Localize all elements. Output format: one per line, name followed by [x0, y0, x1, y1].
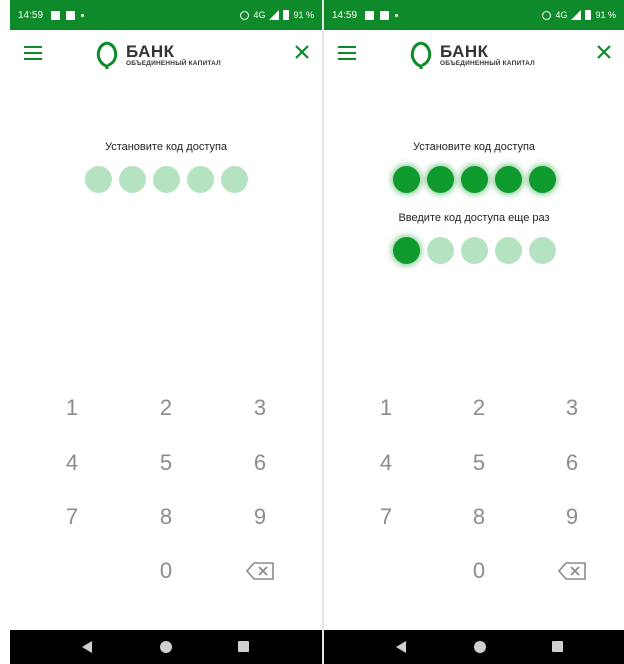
backspace-button[interactable]	[542, 551, 602, 591]
key-6[interactable]: 6	[542, 443, 602, 483]
key-1[interactable]: 1	[356, 388, 416, 428]
phone-screen-confirm-code: 14:59 4G 91 % БАНК ОБЪЕДИНЕННЫЙ КАПИТАЛ	[324, 0, 624, 664]
key-8[interactable]: 8	[449, 497, 509, 537]
key-5[interactable]: 5	[449, 443, 509, 483]
key-2[interactable]: 2	[136, 388, 196, 428]
key-7[interactable]: 7	[356, 497, 416, 537]
close-icon[interactable]	[294, 44, 310, 60]
code-dot-filled	[392, 166, 420, 193]
backspace-icon	[246, 562, 274, 580]
back-icon[interactable]	[396, 641, 406, 653]
status-time: 14:59	[18, 9, 44, 21]
code-dot-filled	[494, 166, 522, 193]
bank-logo: БАНК ОБЪЕДИНЕННЫЙ КАПИТАЛ	[94, 40, 221, 70]
key-5[interactable]: 5	[136, 443, 196, 483]
code-dot-filled	[426, 166, 454, 193]
network-type: 4G	[253, 10, 266, 20]
key-9[interactable]: 9	[542, 497, 602, 537]
code-dot-filled	[392, 237, 420, 264]
key-8[interactable]: 8	[136, 497, 196, 537]
brand-subtitle: ОБЪЕДИНЕННЫЙ КАПИТАЛ	[126, 59, 221, 67]
set-code-dots	[324, 166, 624, 193]
image-notification-icon	[365, 10, 375, 20]
key-2[interactable]: 2	[449, 388, 509, 428]
code-dot	[220, 166, 248, 193]
code-dot	[152, 166, 180, 193]
key-1[interactable]: 1	[42, 388, 102, 428]
confirm-code-label: Введите код доступа еще раз	[398, 212, 550, 224]
phone-screen-set-code: 14:59 4G 91 % БАНК ОБЪЕДИНЕННЫЙ КАПИТАЛ	[10, 0, 322, 664]
key-6[interactable]: 6	[230, 443, 290, 483]
message-notification-icon	[66, 10, 76, 20]
set-code-dots	[10, 166, 322, 193]
key-9[interactable]: 9	[230, 497, 290, 537]
back-icon[interactable]	[82, 641, 92, 653]
set-code-label: Установите код доступа	[104, 141, 228, 153]
alarm-icon	[240, 10, 250, 20]
brand-subtitle: ОБЪЕДИНЕННЫЙ КАПИТАЛ	[440, 59, 535, 67]
code-dot	[426, 237, 454, 264]
code-dot-filled	[528, 166, 556, 193]
leaf-logo-icon	[410, 41, 432, 69]
battery-icon	[585, 10, 592, 20]
key-4[interactable]: 4	[356, 443, 416, 483]
backspace-icon	[558, 562, 586, 580]
menu-icon[interactable]	[338, 46, 356, 60]
system-navigation-bar	[10, 630, 322, 664]
battery-level: 91 %	[293, 10, 314, 20]
alarm-icon	[542, 10, 552, 20]
close-icon[interactable]	[596, 44, 612, 60]
status-bar: 14:59 4G 91 %	[324, 0, 624, 30]
battery-icon	[283, 10, 290, 20]
notification-dot-icon	[81, 13, 85, 17]
set-code-label: Установите код доступа	[412, 141, 536, 153]
recents-icon[interactable]	[238, 641, 249, 652]
bank-logo: БАНК ОБЪЕДИНЕННЫЙ КАПИТАЛ	[408, 40, 535, 70]
key-0[interactable]: 0	[136, 551, 196, 591]
recents-icon[interactable]	[552, 641, 563, 652]
home-icon[interactable]	[474, 641, 486, 653]
code-dot	[186, 166, 214, 193]
code-dot	[494, 237, 522, 264]
key-4[interactable]: 4	[42, 443, 102, 483]
code-dot	[84, 166, 112, 193]
code-dot-filled	[460, 166, 488, 193]
system-navigation-bar	[324, 630, 624, 664]
code-dot	[528, 237, 556, 264]
message-notification-icon	[380, 10, 390, 20]
signal-icon	[571, 10, 582, 20]
image-notification-icon	[51, 10, 61, 20]
key-3[interactable]: 3	[230, 388, 290, 428]
code-dot	[118, 166, 146, 193]
status-time: 14:59	[332, 9, 358, 21]
notification-dot-icon	[395, 13, 399, 17]
backspace-button[interactable]	[230, 551, 290, 591]
key-0[interactable]: 0	[449, 551, 509, 591]
home-icon[interactable]	[160, 641, 172, 653]
app-header: БАНК ОБЪЕДИНЕННЫЙ КАПИТАЛ	[10, 30, 322, 80]
brand-title: БАНК	[440, 41, 489, 61]
key-3[interactable]: 3	[542, 388, 602, 428]
network-type: 4G	[555, 10, 568, 20]
leaf-logo-icon	[96, 41, 118, 69]
app-header: БАНК ОБЪЕДИНЕННЫЙ КАПИТАЛ	[324, 30, 624, 80]
brand-title: БАНК	[126, 41, 175, 61]
confirm-code-dots	[324, 237, 624, 264]
menu-icon[interactable]	[24, 46, 42, 60]
key-7[interactable]: 7	[42, 497, 102, 537]
signal-icon	[269, 10, 280, 20]
code-dot	[460, 237, 488, 264]
status-bar: 14:59 4G 91 %	[10, 0, 322, 30]
battery-level: 91 %	[595, 10, 616, 20]
